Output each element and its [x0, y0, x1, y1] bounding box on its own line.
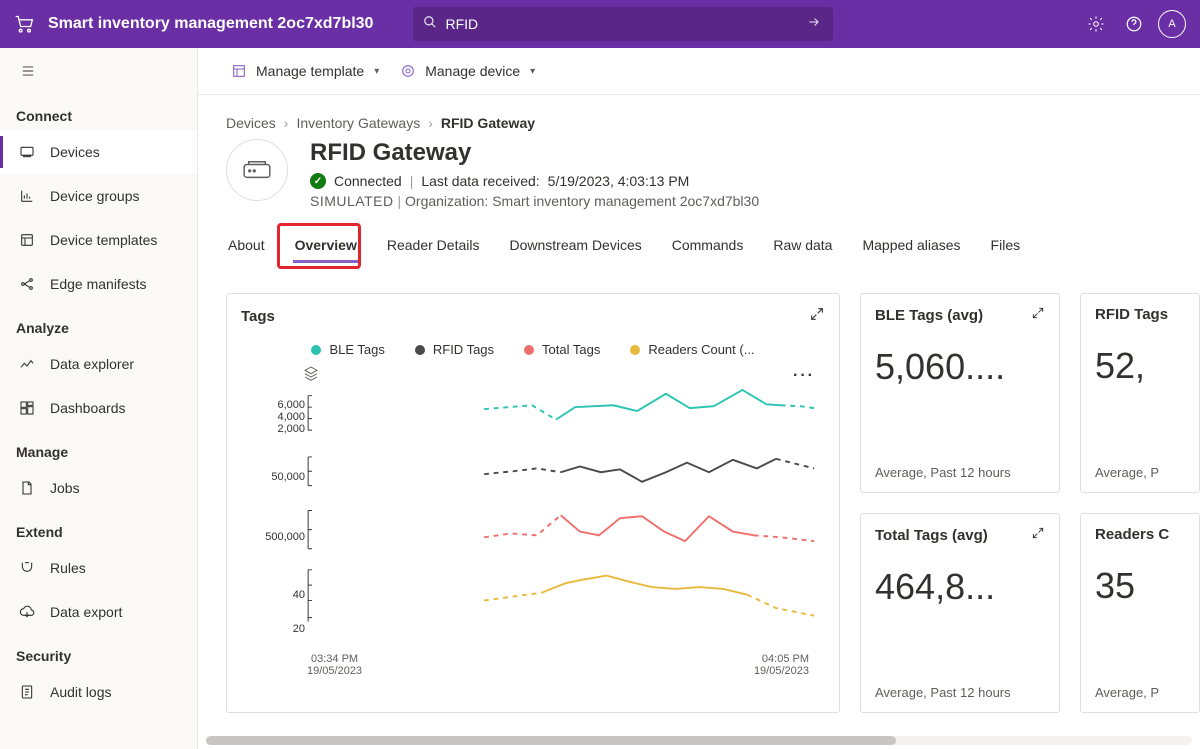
app-logo-icon [12, 14, 36, 34]
sidebar-item-data-export[interactable]: Data export [0, 590, 197, 634]
dashboard-icon [18, 399, 36, 417]
cards-row: Tags BLE Tags RFID Tags Total Tags Reade… [226, 293, 1200, 713]
sidebar-section-security: Security [0, 634, 197, 670]
help-button[interactable] [1118, 8, 1150, 40]
app-title: Smart inventory management 2oc7xd7bl30 [48, 15, 373, 33]
chevron-right-icon: › [284, 115, 289, 131]
stat-sub: Average, P [1095, 465, 1185, 480]
breadcrumb: Devices › Inventory Gateways › RFID Gate… [226, 115, 1200, 131]
tab-commands[interactable]: Commands [670, 231, 746, 263]
org-value: Smart inventory management 2oc7xd7bl30 [492, 193, 759, 209]
sidebar: Connect Devices Device groups Device tem… [0, 48, 198, 749]
chart-legend: BLE Tags RFID Tags Total Tags Readers Co… [227, 338, 839, 367]
status-text: Connected [334, 173, 402, 189]
tab-about[interactable]: About [226, 231, 267, 263]
account-avatar[interactable]: A [1156, 8, 1188, 40]
breadcrumb-gateways[interactable]: Inventory Gateways [296, 115, 420, 131]
sidebar-item-device-groups[interactable]: Device groups [0, 174, 197, 218]
stat-sub: Average, Past 12 hours [875, 685, 1045, 700]
x-tick-left: 03:34 PM 19/05/2023 [307, 653, 362, 677]
stat-value: 35 [1095, 565, 1185, 607]
sidebar-item-edge-manifests[interactable]: Edge manifests [0, 262, 197, 306]
devices-icon [18, 143, 36, 161]
settings-button[interactable] [1080, 8, 1112, 40]
sidebar-section-manage: Manage [0, 430, 197, 466]
sidebar-section-connect: Connect [0, 94, 197, 130]
breadcrumb-devices[interactable]: Devices [226, 115, 276, 131]
rules-icon [18, 559, 36, 577]
template-icon [18, 231, 36, 249]
main-content: Manage template ▾ Manage device ▾ Device… [198, 48, 1200, 749]
horizontal-scrollbar[interactable] [206, 736, 1192, 745]
chevron-right-icon: › [428, 115, 433, 131]
simulated-badge: SIMULATED [310, 193, 394, 209]
export-icon [18, 603, 36, 621]
page-toolbar: Manage template ▾ Manage device ▾ [198, 48, 1200, 95]
tags-chart-card: Tags BLE Tags RFID Tags Total Tags Reade… [226, 293, 840, 713]
chevron-down-icon: ▾ [374, 66, 379, 77]
device-header: RFID Gateway ✓ Connected | Last data rec… [226, 139, 1200, 209]
manage-template-button[interactable]: Manage template ▾ [230, 62, 379, 80]
stat-sub: Average, Past 12 hours [875, 465, 1045, 480]
top-bar: Smart inventory management 2oc7xd7bl30 A [0, 0, 1200, 48]
stat-sub: Average, P [1095, 685, 1185, 700]
last-data-value: 5/19/2023, 4:03:13 PM [548, 173, 690, 189]
sidebar-item-devices[interactable]: Devices [0, 130, 197, 174]
tab-bar: About Overview Reader Details Downstream… [226, 231, 1200, 263]
sidebar-item-rules[interactable]: Rules [0, 546, 197, 590]
card-title: Tags [241, 308, 275, 325]
sidebar-section-extend: Extend [0, 510, 197, 546]
template-small-icon [230, 62, 248, 80]
page-title: RFID Gateway [310, 139, 759, 167]
readers-count-card: Readers C 35 Average, P [1080, 513, 1200, 713]
tab-downstream-devices[interactable]: Downstream Devices [507, 231, 643, 263]
x-axis: 03:34 PM 19/05/2023 04:05 PM 19/05/2023 [307, 653, 809, 677]
rfid-tags-card: RFID Tags 52, Average, P [1080, 293, 1200, 493]
scrollbar-thumb[interactable] [206, 736, 896, 745]
device-type-icon [226, 139, 288, 201]
total-tags-card: Total Tags (avg) 464,8... Average, Past … [860, 513, 1060, 713]
stat-value: 5,060.... [875, 346, 1045, 388]
sidebar-item-audit-logs[interactable]: Audit logs [0, 670, 197, 714]
explorer-icon [18, 355, 36, 373]
sidebar-section-analyze: Analyze [0, 306, 197, 342]
sidebar-toggle[interactable] [0, 48, 197, 94]
tab-reader-details[interactable]: Reader Details [385, 231, 482, 263]
org-label: Organization: [405, 193, 488, 209]
tab-raw-data[interactable]: Raw data [771, 231, 834, 263]
chevron-down-icon: ▾ [530, 66, 535, 77]
audit-icon [18, 683, 36, 701]
search-input[interactable] [445, 16, 805, 32]
sidebar-item-data-explorer[interactable]: Data explorer [0, 342, 197, 386]
search-icon [423, 15, 437, 34]
stat-value: 52, [1095, 345, 1185, 387]
expand-icon[interactable] [1031, 306, 1045, 324]
chart-icon [18, 187, 36, 205]
tab-files[interactable]: Files [989, 231, 1023, 263]
jobs-icon [18, 479, 36, 497]
tab-mapped-aliases[interactable]: Mapped aliases [860, 231, 962, 263]
ble-tags-card: BLE Tags (avg) 5,060.... Average, Past 1… [860, 293, 1060, 493]
expand-icon[interactable] [809, 306, 825, 326]
expand-icon[interactable] [1031, 526, 1045, 544]
chart-area[interactable]: ··· 6,000 4,000 2,000 50,000 500,000 40 … [245, 367, 819, 677]
device-small-icon [399, 62, 417, 80]
sidebar-item-jobs[interactable]: Jobs [0, 466, 197, 510]
status-connected-icon: ✓ [310, 173, 326, 189]
sidebar-item-device-templates[interactable]: Device templates [0, 218, 197, 262]
x-tick-right: 04:05 PM 19/05/2023 [754, 653, 809, 677]
stat-value: 464,8... [875, 566, 1045, 608]
last-data-label: Last data received: [421, 173, 539, 189]
chart-svg [245, 367, 819, 635]
search-go-icon[interactable] [805, 15, 823, 34]
sidebar-item-dashboards[interactable]: Dashboards [0, 386, 197, 430]
global-search[interactable] [413, 7, 833, 41]
breadcrumb-current: RFID Gateway [441, 115, 535, 131]
manage-device-button[interactable]: Manage device ▾ [399, 62, 535, 80]
tab-overview[interactable]: Overview [293, 231, 359, 263]
edge-icon [18, 275, 36, 293]
